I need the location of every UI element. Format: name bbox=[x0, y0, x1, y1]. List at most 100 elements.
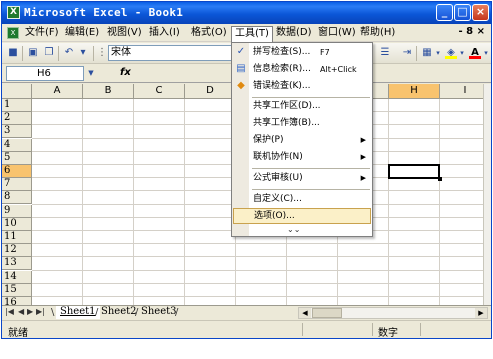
indent-icon[interactable]: ⇥ bbox=[400, 46, 414, 60]
row-header[interactable]: 6 bbox=[2, 165, 32, 178]
borders-icon[interactable]: ▦ bbox=[420, 46, 434, 60]
scroll-left-icon[interactable]: ◀ bbox=[299, 308, 311, 318]
menu-item-research[interactable]: ▤ 信息检索(R)... Alt+Click bbox=[232, 62, 372, 78]
row-header[interactable]: 15 bbox=[2, 283, 32, 297]
menu-data[interactable]: 数据(D) bbox=[273, 26, 315, 41]
menu-edit[interactable]: 编辑(E) bbox=[62, 26, 102, 41]
print-preview-icon[interactable]: ▣ bbox=[26, 46, 40, 60]
menu-item-customize[interactable]: 自定义(C)... bbox=[232, 192, 372, 208]
menu-help[interactable]: 帮助(H) bbox=[357, 26, 398, 41]
vertical-scrollbar[interactable] bbox=[483, 84, 491, 305]
select-all-corner[interactable] bbox=[2, 84, 32, 99]
menu-item-protection[interactable]: 保护(P) ▶ bbox=[232, 133, 372, 149]
menu-insert[interactable]: 插入(I) bbox=[146, 26, 183, 41]
fx-icon[interactable]: fx bbox=[120, 67, 131, 78]
column-header[interactable]: H bbox=[389, 84, 440, 99]
status-ready: 就绪 bbox=[8, 328, 28, 339]
submenu-arrow-icon: ▶ bbox=[360, 136, 366, 144]
row-header[interactable]: 9 bbox=[2, 204, 32, 218]
save-icon[interactable]: ■ bbox=[6, 46, 20, 60]
toolbar-separator bbox=[22, 46, 23, 61]
menu-item-label: 联机协作(N) bbox=[253, 152, 303, 162]
menu-item-spelling[interactable]: ✓ 拼写检查(S)... F7 bbox=[232, 45, 372, 61]
menu-item-label: 信息检索(R)... bbox=[253, 64, 311, 74]
undo-dropdown-icon[interactable]: ▾ bbox=[76, 46, 90, 60]
column-header[interactable]: C bbox=[134, 84, 185, 99]
excel-icon[interactable]: X bbox=[7, 6, 20, 19]
close-icon[interactable]: × bbox=[472, 4, 489, 21]
menu-item-formula-auditing[interactable]: 公式审核(U) ▶ bbox=[232, 171, 372, 187]
gridline-horizontal bbox=[32, 269, 483, 271]
sheet-tab-sheet1[interactable]: Sheet1 bbox=[56, 306, 100, 319]
status-divider bbox=[420, 323, 421, 336]
fill-color-dropdown-icon[interactable]: ▾ bbox=[458, 46, 466, 60]
fill-color-icon[interactable]: ◈ bbox=[444, 46, 458, 60]
active-cell[interactable] bbox=[388, 164, 442, 182]
maximize-icon[interactable]: □ bbox=[454, 4, 471, 21]
menu-item-label: 共享工作区(D)... bbox=[253, 101, 321, 111]
tab-divider: \ bbox=[51, 307, 55, 318]
row-header[interactable]: 1 bbox=[2, 99, 32, 112]
sheet-tab-sheet2[interactable]: Sheet2 bbox=[97, 306, 141, 319]
horizontal-scrollbar[interactable]: ◀ ▶ bbox=[298, 307, 488, 319]
row-header[interactable]: 10 bbox=[2, 217, 32, 231]
column-header[interactable]: B bbox=[83, 84, 134, 99]
menu-view[interactable]: 视图(V) bbox=[104, 26, 145, 41]
menu-file[interactable]: 文件(F) bbox=[22, 26, 62, 41]
toolbar-separator bbox=[58, 46, 59, 61]
column-header[interactable]: D bbox=[185, 84, 236, 99]
menu-window[interactable]: 窗口(W) bbox=[315, 26, 359, 41]
menu-item-shortcut: Alt+Click bbox=[320, 65, 357, 74]
last-sheet-icon[interactable]: ▶| bbox=[36, 307, 45, 316]
bullet-list-icon[interactable]: ☰ bbox=[378, 46, 392, 60]
menu-item-label: 错误检查(K)... bbox=[253, 81, 311, 91]
font-color-dropdown-icon[interactable]: ▾ bbox=[482, 46, 490, 60]
row-header[interactable]: 4 bbox=[2, 138, 32, 152]
name-box[interactable]: H6 bbox=[6, 66, 84, 81]
font-name-combo[interactable]: 宋体 ▼ bbox=[108, 45, 242, 61]
undo-icon[interactable]: ↶ bbox=[62, 46, 76, 60]
menu-format[interactable]: 格式(O) bbox=[188, 26, 230, 41]
prev-sheet-icon[interactable]: ◀ bbox=[18, 307, 24, 316]
gridline-vertical bbox=[388, 99, 389, 305]
row-header[interactable]: 13 bbox=[2, 257, 32, 271]
copy-icon[interactable]: ❐ bbox=[42, 46, 56, 60]
row-header[interactable]: 8 bbox=[2, 191, 32, 205]
borders-dropdown-icon[interactable]: ▾ bbox=[434, 46, 442, 60]
row-header[interactable]: 7 bbox=[2, 178, 32, 192]
column-header[interactable]: I bbox=[440, 84, 483, 99]
row-header[interactable]: 16 bbox=[2, 297, 32, 305]
row-header[interactable]: 11 bbox=[2, 231, 32, 244]
horizontal-scroll-thumb[interactable] bbox=[312, 308, 342, 318]
minimize-icon[interactable]: _ bbox=[436, 4, 453, 21]
row-header[interactable]: 12 bbox=[2, 244, 32, 258]
double-chevron-down-icon[interactable]: ⌄⌄ bbox=[287, 225, 300, 235]
sheet-tab-sheet3[interactable]: Sheet3 bbox=[137, 306, 181, 319]
research-icon: ▤ bbox=[236, 63, 246, 74]
row-header[interactable]: 5 bbox=[2, 151, 32, 165]
menu-item-online-collaboration[interactable]: 联机协作(N) ▶ bbox=[232, 150, 372, 166]
menu-item-error-check[interactable]: ◆ 错误检查(K)... bbox=[232, 79, 372, 95]
scroll-right-icon[interactable]: ▶ bbox=[475, 308, 487, 318]
row-header[interactable]: 2 bbox=[2, 112, 32, 126]
menu-item-options[interactable]: 选项(O)... bbox=[233, 208, 371, 224]
font-name-value: 宋体 bbox=[111, 47, 131, 58]
menu-item-shortcut: F7 bbox=[320, 48, 330, 57]
row-header[interactable]: 14 bbox=[2, 270, 32, 284]
font-color-icon[interactable]: A bbox=[468, 46, 482, 60]
menu-item-share-workbook[interactable]: 共享工作簿(B)... bbox=[232, 116, 372, 132]
gridline-vertical bbox=[133, 99, 134, 305]
menu-tools[interactable]: 工具(T) bbox=[231, 26, 273, 43]
column-header[interactable]: A bbox=[32, 84, 83, 99]
status-divider bbox=[302, 323, 303, 336]
menu-item-shared-workspace[interactable]: 共享工作区(D)... bbox=[232, 99, 372, 115]
toolbar-grip-icon: ⋮ bbox=[97, 47, 107, 58]
next-sheet-icon[interactable]: ▶ bbox=[27, 307, 33, 316]
menu-item-label: 拼写检查(S)... bbox=[253, 47, 311, 57]
document-window-controls[interactable]: - 8 × bbox=[459, 26, 485, 37]
status-divider bbox=[372, 323, 373, 336]
name-box-dropdown-icon[interactable]: ▼ bbox=[84, 66, 98, 80]
row-header[interactable]: 3 bbox=[2, 125, 32, 139]
workbook-icon[interactable]: X bbox=[7, 27, 19, 39]
first-sheet-icon[interactable]: |◀ bbox=[5, 307, 14, 316]
